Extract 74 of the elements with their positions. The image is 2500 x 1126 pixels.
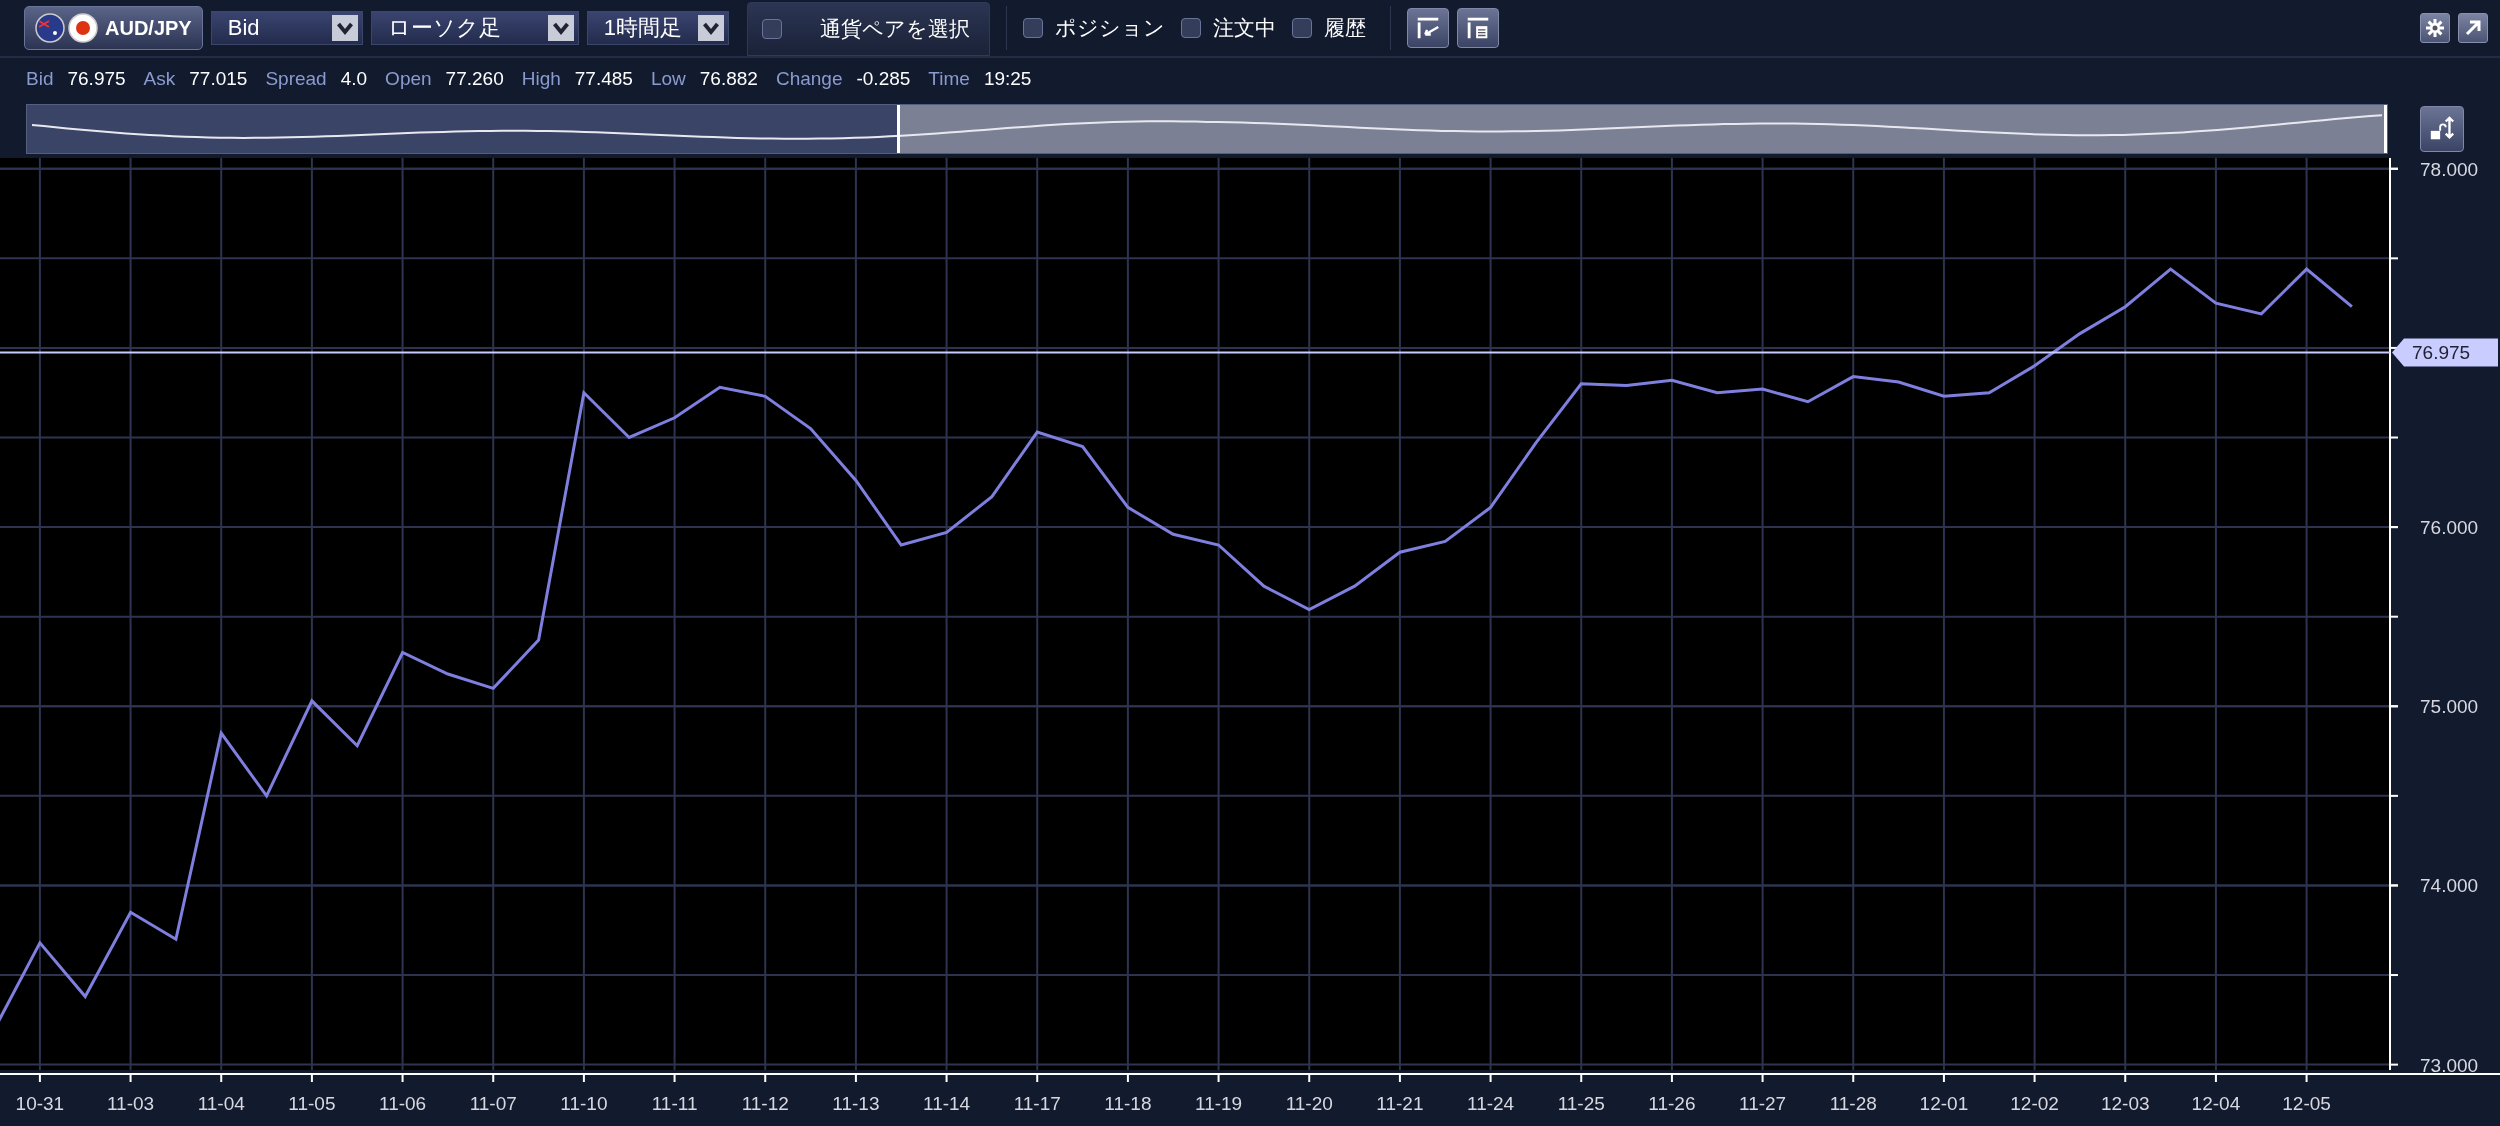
diagonal-arrow-icon xyxy=(2463,18,2483,38)
x-axis-label: 11-20 xyxy=(1285,1093,1333,1114)
x-axis-label: 12-03 xyxy=(2100,1093,2150,1114)
y-axis-label: 73.000 xyxy=(2420,1054,2479,1076)
info-value: 76.975 xyxy=(67,68,126,90)
info-value: 77.015 xyxy=(189,68,248,90)
x-axis-label: 11-17 xyxy=(1013,1093,1061,1114)
info-value: -0.285 xyxy=(856,68,911,90)
info-value: 77.485 xyxy=(574,68,633,90)
x-axis-label: 11-12 xyxy=(741,1093,789,1114)
info-label: Ask xyxy=(143,68,176,90)
ref-line-label: 76.975 xyxy=(2412,342,2471,364)
x-axis-label: 12-04 xyxy=(2191,1093,2241,1114)
checkbox[interactable] xyxy=(1022,18,1043,38)
info-label: Low xyxy=(650,68,686,90)
info-label: High xyxy=(521,68,561,90)
x-axis-label: 11-28 xyxy=(1829,1093,1877,1114)
x-axis-label: 11-10 xyxy=(560,1093,608,1114)
dropdown[interactable]: ローソク足 xyxy=(370,11,579,45)
checkbox-label: ポジション xyxy=(1054,15,1165,41)
x-axis-label: 11-11 xyxy=(651,1093,698,1114)
currency-pair-label: AUD/JPY xyxy=(105,16,192,40)
flag-icon xyxy=(35,13,65,43)
chevron-down-icon xyxy=(331,15,358,41)
info-value: 4.0 xyxy=(340,68,368,90)
y-axis-label: 74.000 xyxy=(2420,875,2479,897)
info-value: 76.882 xyxy=(699,68,758,90)
popout-button[interactable] xyxy=(2458,13,2488,43)
x-axis-label: 11-27 xyxy=(1739,1093,1787,1114)
y-axis-label: 75.000 xyxy=(2420,696,2479,718)
y-axis-label: 78.000 xyxy=(2420,158,2479,180)
x-axis-label: 11-18 xyxy=(1104,1093,1152,1114)
x-axis-label: 11-05 xyxy=(288,1093,336,1114)
x-axis-label: 11-07 xyxy=(469,1093,517,1114)
x-axis-label: 11-03 xyxy=(106,1093,155,1114)
info-value: 19:25 xyxy=(983,68,1032,90)
chevron-down-icon xyxy=(547,15,574,41)
x-axis-label: 12-05 xyxy=(2282,1093,2331,1114)
list-view-button[interactable] xyxy=(1456,8,1499,48)
x-axis-label: 11-19 xyxy=(1195,1093,1243,1114)
select-pair-button[interactable]: 通貨ペアを選択 xyxy=(746,2,990,56)
x-axis-label: 11-21 xyxy=(1376,1093,1424,1114)
checkbox-label: 履歴 xyxy=(1323,15,1366,41)
settings-button[interactable] xyxy=(2420,13,2450,43)
currency-pair-button[interactable]: AUD/JPY xyxy=(24,6,203,50)
x-axis-label: 11-13 xyxy=(832,1093,880,1114)
list-import-button[interactable] xyxy=(1406,8,1449,48)
settings-icon xyxy=(2425,18,2445,38)
x-axis-label: 12-01 xyxy=(1919,1093,1969,1114)
info-label: Change xyxy=(775,68,843,90)
x-axis-label: 10-31 xyxy=(15,1093,65,1114)
x-axis-label: 11-14 xyxy=(923,1093,971,1114)
info-label: Bid xyxy=(26,68,54,90)
scale-lock-button[interactable] xyxy=(2420,106,2464,152)
x-axis-label: 11-24 xyxy=(1467,1093,1515,1114)
y-axis-label: 76.000 xyxy=(2420,517,2479,539)
x-axis-label: 11-06 xyxy=(378,1093,427,1114)
range-navigator[interactable] xyxy=(26,104,2388,154)
checkbox-label: 注文中 xyxy=(1212,15,1276,41)
info-label: Spread xyxy=(265,68,327,90)
chevron-down-icon xyxy=(697,15,724,41)
dropdown[interactable]: Bid xyxy=(210,11,363,45)
checkbox[interactable] xyxy=(761,19,782,39)
info-label: Time xyxy=(928,68,970,90)
dropdown[interactable]: 1時間足 xyxy=(586,11,729,45)
x-axis-label: 11-04 xyxy=(197,1093,245,1114)
checkbox[interactable] xyxy=(1180,18,1201,38)
flag-icon xyxy=(68,13,98,43)
checkbox[interactable] xyxy=(1291,18,1312,38)
x-axis-label: 11-26 xyxy=(1648,1093,1696,1114)
info-value: 77.260 xyxy=(445,68,504,90)
x-axis-label: 11-25 xyxy=(1557,1093,1605,1114)
x-axis-label: 12-02 xyxy=(2010,1093,2059,1114)
info-label: Open xyxy=(385,68,432,90)
